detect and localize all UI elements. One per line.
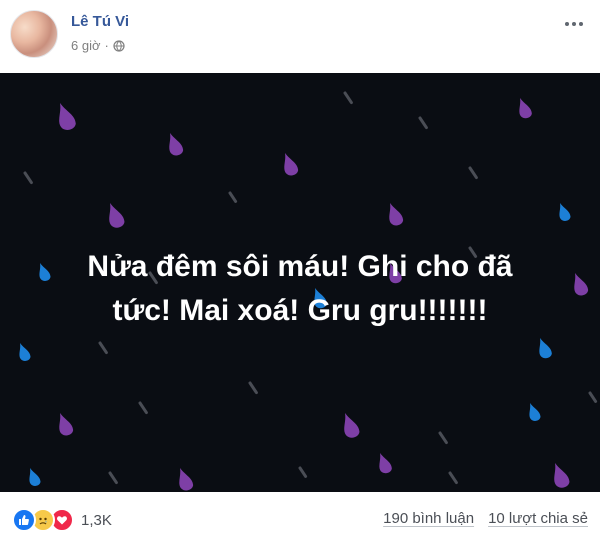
author-name[interactable]: Lê Tú Vi xyxy=(71,13,129,30)
reactions-summary[interactable]: 1,3K xyxy=(12,508,112,532)
raindrop xyxy=(389,203,404,226)
rain-streak xyxy=(138,401,148,415)
raindrop xyxy=(379,453,392,474)
rain-streak xyxy=(418,116,428,130)
post-text: Nửa đêm sôi máu! Ghi cho đã tức! Mai xoá… xyxy=(40,245,560,333)
raindrop xyxy=(574,273,589,296)
rain-streak xyxy=(468,166,478,180)
rain-streak xyxy=(248,381,258,395)
rain-streak xyxy=(298,466,308,478)
globe-icon xyxy=(113,39,125,52)
post-background-art[interactable]: Nửa đêm sôi máu! Ghi cho đã tức! Mai xoá… xyxy=(0,73,600,492)
raindrop xyxy=(169,133,184,156)
raindrop xyxy=(559,203,571,221)
raindrop xyxy=(344,413,360,438)
post-meta: 6 giờ · xyxy=(71,38,125,53)
raindrop xyxy=(284,153,299,176)
engagement-links: 190 bình luận 10 lượt chia sẻ xyxy=(383,510,588,527)
raindrop xyxy=(19,343,31,361)
raindrop xyxy=(29,468,41,486)
post-time[interactable]: 6 giờ xyxy=(71,38,101,53)
post-footer: 1,3K 190 bình luận 10 lượt chia sẻ xyxy=(0,496,600,542)
raindrop xyxy=(529,403,541,421)
raindrop xyxy=(554,463,570,488)
raindrop xyxy=(519,98,532,119)
post-text-line-1: Nửa đêm sôi máu! Ghi cho đã xyxy=(87,250,513,283)
comments-count-link[interactable]: 190 bình luận xyxy=(383,510,474,527)
shares-count-link[interactable]: 10 lượt chia sẻ xyxy=(488,510,588,527)
rain-streak xyxy=(228,191,238,203)
rain-streak xyxy=(108,471,118,485)
rain-streak xyxy=(438,431,448,445)
raindrop xyxy=(109,203,125,228)
like-icon xyxy=(12,508,36,532)
rain-streak xyxy=(343,91,353,105)
rain-streak xyxy=(448,471,458,485)
rain-streak xyxy=(588,391,598,403)
raindrop xyxy=(59,103,76,130)
reaction-count[interactable]: 1,3K xyxy=(81,512,112,529)
raindrop xyxy=(539,338,552,359)
raindrop xyxy=(179,468,194,491)
more-icon xyxy=(565,22,569,26)
rain-streak xyxy=(23,171,33,185)
rain-streak xyxy=(98,341,108,355)
avatar[interactable] xyxy=(10,10,58,58)
more-options-button[interactable] xyxy=(560,12,588,36)
post-header: Lê Tú Vi 6 giờ · xyxy=(0,0,600,72)
post-text-line-2: tức! Mai xoá! Gru gru!!!!!!! xyxy=(112,294,488,327)
raindrop xyxy=(59,413,74,436)
